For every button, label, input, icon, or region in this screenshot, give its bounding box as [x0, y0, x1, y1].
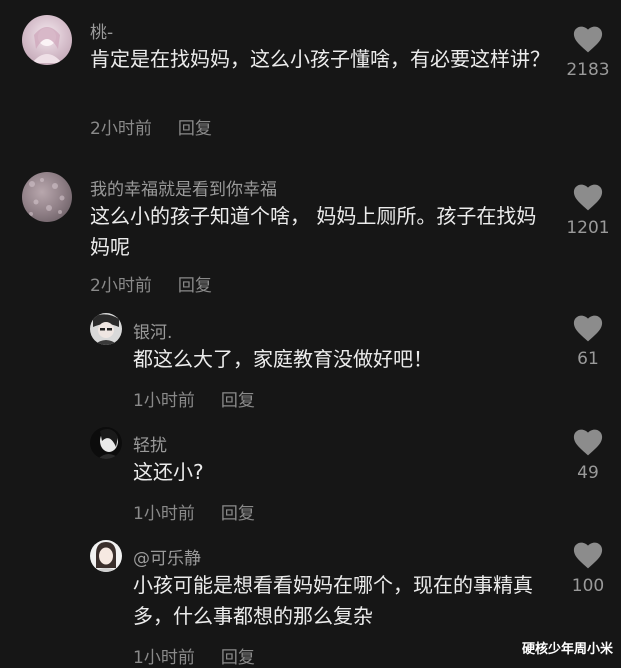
- like-button[interactable]: 100: [560, 542, 616, 596]
- comment-text: 这么小的孩子知道个啥， 妈妈上厕所。孩子在找妈妈呢: [90, 204, 537, 259]
- like-count: 1201: [566, 218, 610, 238]
- comment-username[interactable]: @可乐静: [133, 544, 201, 569]
- reply-button[interactable]: 回复: [178, 271, 212, 296]
- comment-text: 都这么大了，家庭教育没做好吧！: [133, 347, 433, 371]
- comment-username[interactable]: 桃-: [90, 18, 113, 43]
- comment-username[interactable]: 轻扰: [133, 431, 167, 456]
- comment-meta: 1小时前 回复: [133, 643, 255, 668]
- comment-text: 肯定是在找妈妈，这么小孩子懂啥，有必要这样讲？: [90, 47, 550, 71]
- comment-username[interactable]: 银河.: [133, 318, 172, 343]
- like-button[interactable]: 2183: [560, 26, 616, 80]
- comment-meta: 2小时前 回复: [90, 271, 212, 296]
- like-count: 100: [571, 576, 605, 596]
- comment-time: 2小时前: [90, 119, 152, 139]
- comment-meta: 1小时前 回复: [133, 499, 255, 524]
- comment-username[interactable]: 我的幸福就是看到你幸福: [90, 175, 277, 200]
- like-button[interactable]: 1201: [560, 184, 616, 238]
- like-count: 49: [577, 463, 599, 483]
- like-count: 61: [577, 349, 599, 369]
- avatar[interactable]: [90, 313, 122, 345]
- reply-button[interactable]: 回复: [178, 114, 212, 139]
- comment-time: 1小时前: [133, 504, 195, 524]
- reply-button[interactable]: 回复: [221, 386, 255, 411]
- comment-time: 1小时前: [133, 648, 195, 668]
- comment-meta: 1小时前 回复: [133, 386, 255, 411]
- avatar[interactable]: [22, 15, 72, 65]
- avatar[interactable]: [90, 427, 122, 459]
- comment-meta: 2小时前 回复: [90, 114, 212, 139]
- heart-icon: [573, 315, 603, 342]
- like-button[interactable]: 61: [560, 315, 616, 369]
- comment-text: 小孩可能是想看看妈妈在哪个，现在的事精真多，什么事都想的那么复杂: [133, 573, 533, 628]
- heart-icon: [573, 184, 603, 211]
- avatar[interactable]: [22, 172, 72, 222]
- comment-text: 这还小?: [133, 460, 204, 484]
- heart-icon: [573, 542, 603, 569]
- heart-icon: [573, 429, 603, 456]
- reply-button[interactable]: 回复: [221, 499, 255, 524]
- avatar[interactable]: [90, 540, 122, 572]
- like-button[interactable]: 49: [560, 429, 616, 483]
- reply-button[interactable]: 回复: [221, 643, 255, 668]
- like-count: 2183: [566, 60, 610, 80]
- comment-time: 2小时前: [90, 276, 152, 296]
- watermark: 硬核少年周小米: [521, 642, 613, 657]
- heart-icon: [573, 26, 603, 53]
- comment-time: 1小时前: [133, 391, 195, 411]
